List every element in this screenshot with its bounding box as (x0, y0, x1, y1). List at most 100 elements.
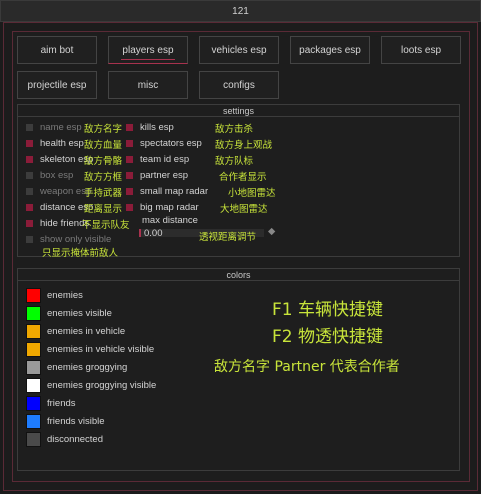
color-swatch[interactable] (26, 288, 41, 303)
tab-aim-bot[interactable]: aim bot (17, 36, 97, 64)
color-swatch[interactable] (26, 324, 41, 339)
team-id-esp-checkbox[interactable]: team id esp (126, 153, 189, 165)
annotation-name-esp: 敌方名字 (84, 124, 123, 135)
kills-esp-checkbox[interactable]: kills esp (126, 121, 174, 133)
checkbox-box[interactable] (26, 203, 33, 211)
checkbox-box[interactable] (26, 171, 33, 179)
title-bar: 121 (0, 0, 481, 22)
color-label: enemies groggying (47, 362, 128, 373)
checkbox-box[interactable] (126, 155, 133, 163)
color-label: enemies (47, 290, 83, 301)
tab-loots-esp[interactable]: loots esp (381, 36, 461, 64)
main-window: aim bot players esp vehicles esp package… (3, 22, 478, 491)
color-disconnected[interactable]: disconnected (26, 432, 103, 447)
checkbox-label: small map radar (140, 185, 209, 197)
checkbox-label: spectators esp (140, 137, 202, 149)
checkbox-box[interactable] (26, 139, 33, 147)
checkbox-box[interactable] (126, 139, 133, 147)
checkbox-label: name esp (40, 121, 82, 133)
color-label: disconnected (47, 434, 103, 445)
hide-friends-checkbox[interactable]: hide friends (26, 217, 89, 229)
checkbox-label: team id esp (140, 153, 190, 165)
color-friends[interactable]: friends (26, 396, 76, 411)
checkbox-box[interactable] (26, 235, 33, 243)
colors-title: colors (18, 269, 459, 281)
slider-handle[interactable] (139, 229, 141, 237)
color-enemies-groggying-visible[interactable]: enemies groggying visible (26, 378, 156, 393)
annotation-kills-esp: 敌方击杀 (215, 124, 254, 135)
annotation-partner-esp: 合作者显示 (219, 172, 267, 183)
color-label: enemies in vehicle visible (47, 344, 155, 355)
color-label: enemies visible (47, 308, 112, 319)
small-map-radar-checkbox[interactable]: small map radar (126, 185, 208, 197)
f2-hotkey-note: F2 物透快捷键 (272, 327, 383, 347)
color-label: friends (47, 398, 76, 409)
partner-esp-checkbox[interactable]: partner esp (126, 169, 188, 181)
checkbox-box[interactable] (26, 187, 33, 195)
checkbox-label: health esp (40, 137, 84, 149)
checkbox-box[interactable] (126, 171, 133, 179)
health-esp-checkbox[interactable]: health esp (26, 137, 84, 149)
show-only-visible-checkbox[interactable]: show only visible (26, 233, 111, 245)
checkbox-box[interactable] (126, 123, 133, 131)
slider-end-icon: ◆ (268, 226, 276, 237)
tab-projectile-esp[interactable]: projectile esp (17, 71, 97, 99)
annotation-show-only-visible: 只显示掩体前敌人 (42, 248, 119, 259)
spectators-esp-checkbox[interactable]: spectators esp (126, 137, 202, 149)
color-enemies-visible[interactable]: enemies visible (26, 306, 112, 321)
annotation-weapon-esp: 手持武器 (84, 188, 123, 199)
box-esp-checkbox[interactable]: box esp (26, 169, 73, 181)
color-enemies[interactable]: enemies (26, 288, 83, 303)
tab-configs[interactable]: configs (199, 71, 279, 99)
checkbox-box[interactable] (26, 219, 33, 227)
color-enemies-in-vehicle-visible[interactable]: enemies in vehicle visible (26, 342, 154, 357)
checkbox-label: partner esp (140, 169, 189, 181)
annotation-big-map-radar: 大地图雷达 (220, 204, 268, 215)
annotation-small-map-radar: 小地图雷达 (228, 188, 276, 199)
tab-packages-esp[interactable]: packages esp (290, 36, 370, 64)
annotation-distance-esp: 距离显示 (84, 204, 123, 215)
color-swatch[interactable] (26, 432, 41, 447)
color-label: friends visible (47, 416, 105, 427)
color-swatch[interactable] (26, 378, 41, 393)
weapon-esp-checkbox[interactable]: weapon esp (26, 185, 91, 197)
annotation-box-esp: 敌方方框 (84, 172, 123, 183)
annotation-hide-friends: 不显示队友 (82, 220, 130, 231)
color-enemies-in-vehicle[interactable]: enemies in vehicle (26, 324, 125, 339)
color-swatch[interactable] (26, 396, 41, 411)
content-frame: aim bot players esp vehicles esp package… (12, 31, 470, 482)
color-label: enemies in vehicle (47, 326, 126, 337)
partner-note: 敌方名字 Partner 代表合作者 (214, 359, 400, 375)
big-map-radar-checkbox[interactable]: big map radar (126, 201, 199, 213)
settings-title: settings (18, 105, 459, 117)
annotation-health-esp: 敌方血量 (84, 140, 123, 151)
checkbox-box[interactable] (26, 123, 33, 131)
checkbox-box[interactable] (126, 187, 133, 195)
colors-panel: colors enemies enemies visible enemies i… (17, 268, 460, 471)
annotation-skeleton-esp: 敌方骨骼 (84, 156, 123, 167)
checkbox-box[interactable] (126, 203, 133, 211)
max-distance-value: 0.00 (144, 228, 163, 239)
color-swatch[interactable] (26, 342, 41, 357)
max-distance-label: max distance (142, 215, 198, 226)
tab-vehicles-esp[interactable]: vehicles esp (199, 36, 279, 64)
color-swatch[interactable] (26, 306, 41, 321)
color-swatch[interactable] (26, 360, 41, 375)
color-swatch[interactable] (26, 414, 41, 429)
color-enemies-groggying[interactable]: enemies groggying (26, 360, 127, 375)
tab-players-esp[interactable]: players esp (108, 36, 188, 64)
settings-panel: settings name esp health esp skeleton es… (17, 104, 460, 259)
checkbox-box[interactable] (26, 155, 33, 163)
annotation-spectators-esp: 敌方身上观战 (215, 140, 273, 151)
checkbox-label: show only visible (40, 233, 112, 245)
annotation-team-id-esp: 敌方队标 (215, 156, 254, 167)
annotation-max-distance: 透视距离调节 (199, 232, 257, 243)
color-friends-visible[interactable]: friends visible (26, 414, 105, 429)
color-label: enemies groggying visible (47, 380, 157, 391)
f1-hotkey-note: F1 车辆快捷键 (272, 300, 383, 320)
checkbox-label: box esp (40, 169, 74, 181)
name-esp-checkbox[interactable]: name esp (26, 121, 82, 133)
checkbox-label: kills esp (140, 121, 174, 133)
tab-misc[interactable]: misc (108, 71, 188, 99)
checkbox-label: big map radar (140, 201, 199, 213)
